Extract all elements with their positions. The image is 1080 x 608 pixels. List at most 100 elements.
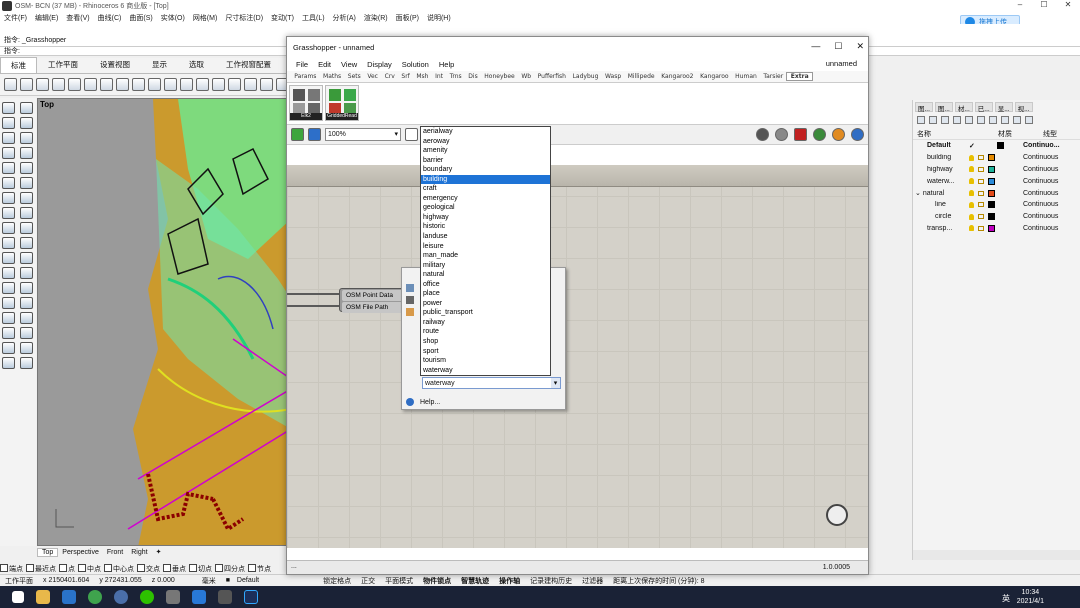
help-menu-item[interactable]: Help...: [406, 398, 440, 406]
dropdown-option[interactable]: tourism: [421, 356, 550, 366]
app-green-icon[interactable]: [88, 590, 102, 604]
analyze-tool-icon[interactable]: [2, 342, 15, 354]
osnap-tangent[interactable]: 切点: [189, 564, 215, 574]
polyline-tool-icon[interactable]: [20, 117, 33, 129]
system-clock[interactable]: 10:34 2021/4/1: [1017, 588, 1044, 606]
layer-row[interactable]: transp... Continuous: [913, 223, 1080, 235]
layer-color-swatch[interactable]: [988, 201, 995, 209]
open-file-icon[interactable]: [20, 78, 33, 91]
gh-tab[interactable]: Srf: [398, 73, 413, 80]
tab-select[interactable]: 选取: [178, 56, 215, 73]
text-tool-icon[interactable]: [20, 327, 33, 339]
box-tool-icon[interactable]: [2, 192, 15, 204]
trim-tool-icon[interactable]: [2, 297, 15, 309]
gh-document-name[interactable]: unnamed: [821, 59, 862, 68]
lightbulb-icon[interactable]: [969, 178, 974, 185]
copy-icon[interactable]: [100, 78, 113, 91]
tab-viewport-layout[interactable]: 工作视窗配置: [215, 56, 282, 73]
rectangle-tool-icon[interactable]: [2, 147, 15, 159]
loft-tool-icon[interactable]: [20, 177, 33, 189]
undo-icon[interactable]: [132, 78, 145, 91]
no-preview-icon[interactable]: [775, 128, 788, 141]
filter-icon[interactable]: [989, 116, 997, 124]
import-icon[interactable]: [68, 78, 81, 91]
new-layer-icon[interactable]: [917, 116, 925, 124]
lock-icon[interactable]: [978, 178, 984, 184]
layer-row[interactable]: building Continuous: [913, 152, 1080, 164]
menu-file[interactable]: 文件(F): [0, 13, 31, 23]
navigation-compass-icon[interactable]: [826, 504, 848, 526]
zoom-extents-icon[interactable]: [212, 78, 225, 91]
status-osnap[interactable]: 物件锁点: [418, 576, 456, 586]
panel-tab-layers[interactable]: 图...: [915, 102, 933, 113]
rhino-taskbar-icon[interactable]: [166, 590, 180, 604]
menu-dimension[interactable]: 尺寸标注(D): [221, 13, 267, 23]
viewport-tab-front[interactable]: Front: [103, 549, 127, 556]
sphere-tool-icon[interactable]: [20, 192, 33, 204]
layer-row[interactable]: line Continuous: [913, 199, 1080, 211]
osm-key-select[interactable]: waterway: [422, 377, 561, 389]
gh-tab-extra[interactable]: Extra: [786, 72, 813, 81]
layer-color-swatch[interactable]: [988, 165, 995, 173]
status-gumball[interactable]: 操作轴: [494, 576, 525, 586]
dropdown-option[interactable]: railway: [421, 318, 550, 328]
dropdown-option[interactable]: emergency: [421, 194, 550, 204]
rotate-view-icon[interactable]: [164, 78, 177, 91]
grid-read-icon[interactable]: [329, 89, 341, 101]
surface-tool-icon[interactable]: [2, 177, 15, 189]
mesh-tool-icon[interactable]: [2, 222, 15, 234]
open-document-icon[interactable]: [291, 128, 304, 141]
photoshop-icon[interactable]: [244, 590, 258, 604]
layer-linetype[interactable]: Continuous: [1023, 201, 1058, 208]
dropdown-option[interactable]: amenity: [421, 146, 550, 156]
group-tool-icon[interactable]: [2, 312, 15, 324]
dropdown-option[interactable]: power: [421, 299, 550, 309]
dropdown-option[interactable]: leisure: [421, 242, 550, 252]
gh-menu-edit[interactable]: Edit: [313, 60, 336, 69]
tab-set-view[interactable]: 设置视图: [89, 56, 141, 73]
new-sublayer-icon[interactable]: [929, 116, 937, 124]
gh-tab[interactable]: Human: [732, 73, 760, 80]
four-view-icon[interactable]: [244, 78, 257, 91]
zoom-dropdown[interactable]: 100%: [325, 128, 401, 141]
layer-color-swatch[interactable]: [988, 224, 995, 232]
lock-icon[interactable]: [978, 225, 984, 231]
expand-chevron-icon[interactable]: ⌄: [915, 190, 923, 197]
search-layer-icon[interactable]: [1013, 116, 1021, 124]
menu-panels[interactable]: 面板(P): [392, 13, 423, 23]
shaded-preview-icon[interactable]: [832, 128, 845, 141]
gh-tab[interactable]: Params: [291, 73, 320, 80]
gh-menu-view[interactable]: View: [336, 60, 362, 69]
help-icon[interactable]: [1025, 116, 1033, 124]
panel-tab-views[interactable]: 视...: [1014, 102, 1033, 113]
panel-tab-materials[interactable]: 材...: [954, 102, 973, 113]
polygon-tool-icon[interactable]: [20, 147, 33, 159]
osm-data-icon[interactable]: [308, 89, 320, 101]
array-tool-icon[interactable]: [20, 267, 33, 279]
grid-read-2-icon[interactable]: [344, 89, 356, 101]
dropdown-option[interactable]: public_transport: [421, 308, 550, 318]
dropdown-option-selected[interactable]: building: [421, 174, 550, 185]
gh-tab[interactable]: Millipede: [624, 73, 657, 80]
location-icon[interactable]: [293, 89, 305, 101]
tab-display[interactable]: 显示: [141, 56, 178, 73]
gh-tab[interactable]: Maths: [320, 73, 345, 80]
dropdown-option[interactable]: sport: [421, 347, 550, 357]
gh-tab[interactable]: Kangaroo: [697, 73, 732, 80]
osnap-intersection[interactable]: 交点: [137, 564, 163, 574]
top-viewport[interactable]: Top: [37, 98, 290, 546]
dropdown-option[interactable]: barrier: [421, 156, 550, 166]
gh-tab[interactable]: Tarsier: [760, 73, 786, 80]
extrude-tool-icon[interactable]: [2, 207, 15, 219]
gh-menu-display[interactable]: Display: [362, 60, 397, 69]
lock-icon[interactable]: [978, 155, 984, 161]
move-tool-icon[interactable]: [2, 237, 15, 249]
menu-solid[interactable]: 实体(O): [157, 13, 189, 23]
rotate-tool-icon[interactable]: [2, 252, 15, 264]
dropdown-option[interactable]: aeroway: [421, 137, 550, 147]
input-language[interactable]: 英: [1002, 593, 1010, 604]
lightbulb-icon[interactable]: [969, 225, 974, 232]
gh-tab[interactable]: Kangaroo2: [658, 73, 697, 80]
dropdown-option[interactable]: man_made: [421, 251, 550, 261]
gh-tab[interactable]: Crv: [381, 73, 398, 80]
